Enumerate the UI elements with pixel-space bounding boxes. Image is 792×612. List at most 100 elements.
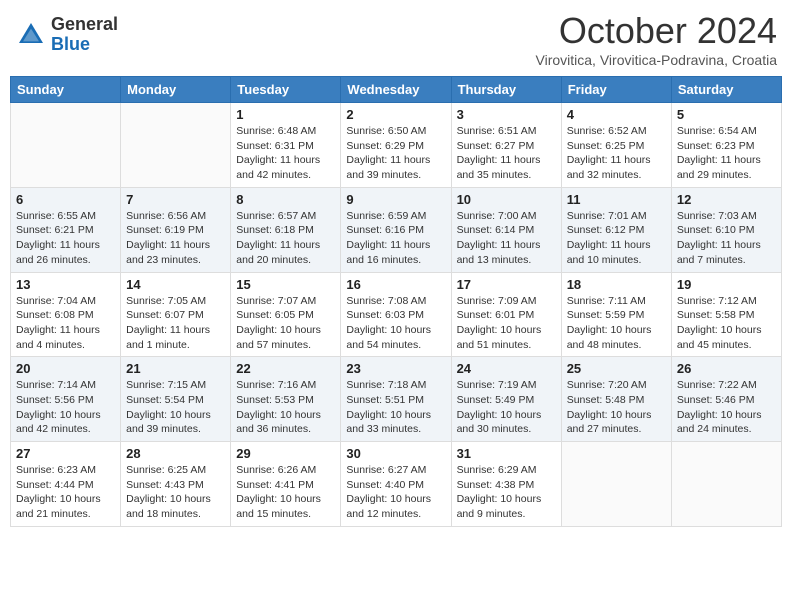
day-info: Sunrise: 7:18 AM Sunset: 5:51 PM Dayligh… bbox=[346, 378, 445, 437]
calendar-cell: 18 Sunrise: 7:11 AM Sunset: 5:59 PM Dayli… bbox=[561, 272, 671, 357]
calendar-cell: 12 Sunrise: 7:03 AM Sunset: 6:10 PM Dayli… bbox=[671, 187, 781, 272]
day-info: Sunrise: 6:29 AM Sunset: 4:38 PM Dayligh… bbox=[457, 463, 556, 522]
day-number: 28 bbox=[126, 446, 225, 461]
page-header: General Blue October 2024 Virovitica, Vi… bbox=[10, 10, 782, 68]
calendar-cell: 30 Sunrise: 6:27 AM Sunset: 4:40 PM Dayli… bbox=[341, 442, 451, 527]
logo: General Blue bbox=[15, 15, 118, 55]
day-info: Sunrise: 7:22 AM Sunset: 5:46 PM Dayligh… bbox=[677, 378, 776, 437]
calendar-week-5: 27 Sunrise: 6:23 AM Sunset: 4:44 PM Dayli… bbox=[11, 442, 782, 527]
calendar-cell: 11 Sunrise: 7:01 AM Sunset: 6:12 PM Dayli… bbox=[561, 187, 671, 272]
day-info: Sunrise: 7:12 AM Sunset: 5:58 PM Dayligh… bbox=[677, 294, 776, 353]
weekday-header-friday: Friday bbox=[561, 77, 671, 103]
title-section: October 2024 Virovitica, Virovitica-Podr… bbox=[536, 10, 777, 68]
day-info: Sunrise: 7:05 AM Sunset: 6:07 PM Dayligh… bbox=[126, 294, 225, 353]
day-info: Sunrise: 7:07 AM Sunset: 6:05 PM Dayligh… bbox=[236, 294, 335, 353]
calendar-cell bbox=[11, 103, 121, 188]
day-info: Sunrise: 7:01 AM Sunset: 6:12 PM Dayligh… bbox=[567, 209, 666, 268]
calendar-cell: 31 Sunrise: 6:29 AM Sunset: 4:38 PM Dayli… bbox=[451, 442, 561, 527]
calendar-cell: 16 Sunrise: 7:08 AM Sunset: 6:03 PM Dayli… bbox=[341, 272, 451, 357]
calendar-cell: 15 Sunrise: 7:07 AM Sunset: 6:05 PM Dayli… bbox=[231, 272, 341, 357]
day-number: 24 bbox=[457, 361, 556, 376]
calendar-cell: 19 Sunrise: 7:12 AM Sunset: 5:58 PM Dayli… bbox=[671, 272, 781, 357]
calendar-cell: 29 Sunrise: 6:26 AM Sunset: 4:41 PM Dayli… bbox=[231, 442, 341, 527]
calendar-cell: 7Sunrise: 6:56 AM Sunset: 6:19 PM Daylig… bbox=[121, 187, 231, 272]
day-number: 31 bbox=[457, 446, 556, 461]
day-info: Sunrise: 7:15 AM Sunset: 5:54 PM Dayligh… bbox=[126, 378, 225, 437]
day-number: 16 bbox=[346, 277, 445, 292]
calendar-week-3: 13Sunrise: 7:04 AM Sunset: 6:08 PM Dayli… bbox=[11, 272, 782, 357]
day-number: 8 bbox=[236, 192, 335, 207]
calendar-cell: 22 Sunrise: 7:16 AM Sunset: 5:53 PM Dayli… bbox=[231, 357, 341, 442]
calendar-cell: 23Sunrise: 7:18 AM Sunset: 5:51 PM Dayli… bbox=[341, 357, 451, 442]
calendar-cell bbox=[671, 442, 781, 527]
calendar-week-4: 20Sunrise: 7:14 AM Sunset: 5:56 PM Dayli… bbox=[11, 357, 782, 442]
calendar-cell: 5Sunrise: 6:54 AM Sunset: 6:23 PM Daylig… bbox=[671, 103, 781, 188]
day-number: 17 bbox=[457, 277, 556, 292]
day-number: 18 bbox=[567, 277, 666, 292]
weekday-header-tuesday: Tuesday bbox=[231, 77, 341, 103]
calendar-cell: 4Sunrise: 6:52 AM Sunset: 6:25 PM Daylig… bbox=[561, 103, 671, 188]
calendar-cell: 9 Sunrise: 6:59 AM Sunset: 6:16 PM Daylig… bbox=[341, 187, 451, 272]
logo-general: General bbox=[51, 15, 118, 35]
weekday-header-wednesday: Wednesday bbox=[341, 77, 451, 103]
calendar-cell: 14 Sunrise: 7:05 AM Sunset: 6:07 PM Dayli… bbox=[121, 272, 231, 357]
weekday-header-row: SundayMondayTuesdayWednesdayThursdayFrid… bbox=[11, 77, 782, 103]
day-info: Sunrise: 7:09 AM Sunset: 6:01 PM Dayligh… bbox=[457, 294, 556, 353]
day-number: 4 bbox=[567, 107, 666, 122]
day-info: Sunrise: 6:27 AM Sunset: 4:40 PM Dayligh… bbox=[346, 463, 445, 522]
calendar-cell: 20Sunrise: 7:14 AM Sunset: 5:56 PM Dayli… bbox=[11, 357, 121, 442]
day-info: Sunrise: 7:19 AM Sunset: 5:49 PM Dayligh… bbox=[457, 378, 556, 437]
calendar-cell: 28Sunrise: 6:25 AM Sunset: 4:43 PM Dayli… bbox=[121, 442, 231, 527]
day-number: 13 bbox=[16, 277, 115, 292]
logo-text: General Blue bbox=[51, 15, 118, 55]
day-number: 10 bbox=[457, 192, 556, 207]
calendar-body: 1Sunrise: 6:48 AM Sunset: 6:31 PM Daylig… bbox=[11, 103, 782, 527]
day-info: Sunrise: 6:59 AM Sunset: 6:16 PM Dayligh… bbox=[346, 209, 445, 268]
calendar-cell: 27 Sunrise: 6:23 AM Sunset: 4:44 PM Dayli… bbox=[11, 442, 121, 527]
day-number: 21 bbox=[126, 361, 225, 376]
day-info: Sunrise: 7:00 AM Sunset: 6:14 PM Dayligh… bbox=[457, 209, 556, 268]
day-number: 19 bbox=[677, 277, 776, 292]
calendar-cell: 13Sunrise: 7:04 AM Sunset: 6:08 PM Dayli… bbox=[11, 272, 121, 357]
day-number: 9 bbox=[346, 192, 445, 207]
day-info: Sunrise: 6:50 AM Sunset: 6:29 PM Dayligh… bbox=[346, 124, 445, 183]
calendar-cell: 6 Sunrise: 6:55 AM Sunset: 6:21 PM Daylig… bbox=[11, 187, 121, 272]
day-info: Sunrise: 6:55 AM Sunset: 6:21 PM Dayligh… bbox=[16, 209, 115, 268]
calendar-header: SundayMondayTuesdayWednesdayThursdayFrid… bbox=[11, 77, 782, 103]
calendar-cell: 3Sunrise: 6:51 AM Sunset: 6:27 PM Daylig… bbox=[451, 103, 561, 188]
day-number: 12 bbox=[677, 192, 776, 207]
location-subtitle: Virovitica, Virovitica-Podravina, Croati… bbox=[536, 52, 777, 68]
calendar-cell: 25 Sunrise: 7:20 AM Sunset: 5:48 PM Dayli… bbox=[561, 357, 671, 442]
logo-blue: Blue bbox=[51, 35, 118, 55]
calendar-table: SundayMondayTuesdayWednesdayThursdayFrid… bbox=[10, 76, 782, 527]
calendar-cell: 8Sunrise: 6:57 AM Sunset: 6:18 PM Daylig… bbox=[231, 187, 341, 272]
day-number: 5 bbox=[677, 107, 776, 122]
month-title: October 2024 bbox=[536, 10, 777, 52]
calendar-cell: 2Sunrise: 6:50 AM Sunset: 6:29 PM Daylig… bbox=[341, 103, 451, 188]
day-info: Sunrise: 6:23 AM Sunset: 4:44 PM Dayligh… bbox=[16, 463, 115, 522]
day-number: 27 bbox=[16, 446, 115, 461]
calendar-week-2: 6 Sunrise: 6:55 AM Sunset: 6:21 PM Daylig… bbox=[11, 187, 782, 272]
calendar-cell: 17 Sunrise: 7:09 AM Sunset: 6:01 PM Dayli… bbox=[451, 272, 561, 357]
logo-icon bbox=[15, 19, 47, 51]
day-info: Sunrise: 7:16 AM Sunset: 5:53 PM Dayligh… bbox=[236, 378, 335, 437]
calendar-cell: 24 Sunrise: 7:19 AM Sunset: 5:49 PM Dayli… bbox=[451, 357, 561, 442]
day-number: 6 bbox=[16, 192, 115, 207]
day-number: 11 bbox=[567, 192, 666, 207]
day-number: 25 bbox=[567, 361, 666, 376]
day-info: Sunrise: 7:11 AM Sunset: 5:59 PM Dayligh… bbox=[567, 294, 666, 353]
day-info: Sunrise: 7:08 AM Sunset: 6:03 PM Dayligh… bbox=[346, 294, 445, 353]
day-number: 15 bbox=[236, 277, 335, 292]
day-info: Sunrise: 6:51 AM Sunset: 6:27 PM Dayligh… bbox=[457, 124, 556, 183]
day-number: 14 bbox=[126, 277, 225, 292]
day-info: Sunrise: 6:56 AM Sunset: 6:19 PM Dayligh… bbox=[126, 209, 225, 268]
day-info: Sunrise: 7:14 AM Sunset: 5:56 PM Dayligh… bbox=[16, 378, 115, 437]
day-number: 22 bbox=[236, 361, 335, 376]
weekday-header-sunday: Sunday bbox=[11, 77, 121, 103]
day-number: 30 bbox=[346, 446, 445, 461]
calendar-week-1: 1Sunrise: 6:48 AM Sunset: 6:31 PM Daylig… bbox=[11, 103, 782, 188]
day-info: Sunrise: 7:20 AM Sunset: 5:48 PM Dayligh… bbox=[567, 378, 666, 437]
day-number: 29 bbox=[236, 446, 335, 461]
day-info: Sunrise: 6:26 AM Sunset: 4:41 PM Dayligh… bbox=[236, 463, 335, 522]
day-info: Sunrise: 7:03 AM Sunset: 6:10 PM Dayligh… bbox=[677, 209, 776, 268]
